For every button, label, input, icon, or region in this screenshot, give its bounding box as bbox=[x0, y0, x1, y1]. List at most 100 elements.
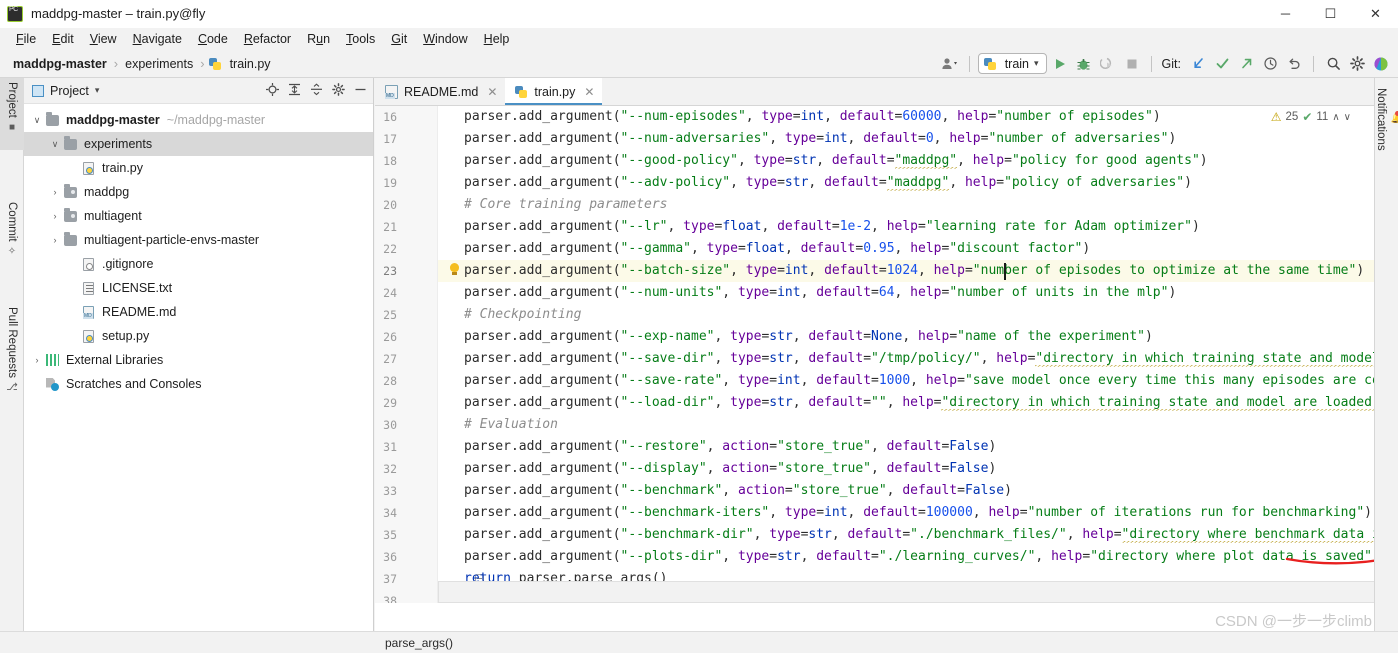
code-line[interactable]: parser.add_argument("--batch-size", type… bbox=[438, 260, 1398, 282]
code-line[interactable]: parser.add_argument("--load-dir", type = s… bbox=[438, 392, 1398, 414]
menu-item-help[interactable]: Help bbox=[476, 30, 518, 48]
code-line[interactable]: parser.add_argument("--lr", type=float, … bbox=[438, 216, 1398, 238]
code-line[interactable]: # Evaluation bbox=[438, 414, 1398, 436]
line-number[interactable]: 16 bbox=[375, 106, 397, 128]
chevron-right-icon[interactable]: › bbox=[48, 235, 62, 245]
run-with-coverage-icon[interactable] bbox=[1097, 53, 1119, 75]
line-number[interactable]: 24 bbox=[375, 282, 397, 304]
code-line[interactable]: # Checkpointing bbox=[438, 304, 1398, 326]
tree-node-maddpg-master[interactable]: ∨ maddpg-master ~/maddpg-master bbox=[24, 108, 373, 132]
chevron-right-icon[interactable]: › bbox=[48, 187, 62, 197]
menu-item-navigate[interactable]: Navigate bbox=[125, 30, 190, 48]
line-number[interactable]: 27 bbox=[375, 348, 397, 370]
expand-all-icon[interactable] bbox=[288, 83, 301, 98]
breadcrumb-item-file[interactable]: train.py bbox=[227, 57, 274, 71]
history-icon[interactable] bbox=[1259, 53, 1281, 75]
rollback-icon[interactable] bbox=[1283, 53, 1305, 75]
code-line[interactable]: parser.add_argument("--benchmark-dir", t… bbox=[438, 524, 1398, 546]
code-line[interactable]: parser.add_argument("--save-rate", type=… bbox=[438, 370, 1398, 392]
code-line[interactable]: parser.add_argument("--benchmark", actio… bbox=[438, 480, 1398, 502]
close-icon[interactable]: ✕ bbox=[584, 85, 594, 99]
chevron-right-icon[interactable]: › bbox=[30, 355, 44, 365]
code-line[interactable]: parser.add_argument("--good-policy", typ… bbox=[438, 150, 1398, 172]
breadcrumb-item-project[interactable]: maddpg-master bbox=[10, 57, 110, 71]
close-icon[interactable]: ✕ bbox=[487, 85, 497, 99]
git-commit-icon[interactable] bbox=[1211, 53, 1233, 75]
chevron-down-icon[interactable]: ∨ bbox=[30, 115, 44, 126]
hide-panel-icon[interactable] bbox=[354, 83, 367, 98]
menu-item-run[interactable]: Run bbox=[299, 30, 338, 48]
line-number[interactable]: 18 bbox=[375, 150, 397, 172]
line-number[interactable]: 25 bbox=[375, 304, 397, 326]
collapse-all-icon[interactable] bbox=[310, 83, 323, 98]
code-line[interactable]: parser.add_argument("--benchmark-iters",… bbox=[438, 502, 1398, 524]
sidebar-item-pull-requests[interactable]: Pull Requests ⎇ bbox=[0, 303, 24, 413]
minimize-button[interactable]: ─ bbox=[1263, 0, 1308, 28]
line-number[interactable]: 37 bbox=[375, 568, 397, 590]
settings-icon[interactable] bbox=[1346, 53, 1368, 75]
git-update-icon[interactable] bbox=[1187, 53, 1209, 75]
tree-node-setup-py[interactable]: ›setup.py bbox=[24, 324, 373, 348]
line-number[interactable]: 17 bbox=[375, 128, 397, 150]
line-number[interactable]: 36 bbox=[375, 546, 397, 568]
tree-node-external-libraries[interactable]: › External Libraries bbox=[24, 348, 373, 372]
tree-node-scratches-and-consoles[interactable]: ›Scratches and Consoles bbox=[24, 372, 373, 396]
line-number[interactable]: 28 bbox=[375, 370, 397, 392]
chevron-right-icon[interactable]: › bbox=[48, 211, 62, 221]
chevron-down-icon[interactable]: ▾ bbox=[95, 85, 100, 96]
line-number[interactable]: 38 bbox=[375, 590, 397, 603]
sidebar-item-project[interactable]: Project ■ bbox=[0, 78, 24, 150]
locate-file-icon[interactable] bbox=[266, 83, 279, 98]
tree-node-multiagent[interactable]: › multiagent bbox=[24, 204, 373, 228]
ide-orb-icon[interactable] bbox=[1370, 53, 1392, 75]
tree-node-experiments[interactable]: ∨ experiments bbox=[24, 132, 373, 156]
menu-item-view[interactable]: View bbox=[82, 30, 125, 48]
line-number[interactable]: 20 bbox=[375, 194, 397, 216]
code-line[interactable]: # Core training parameters bbox=[438, 194, 1398, 216]
next-problem-icon[interactable]: ∨ bbox=[1344, 112, 1351, 123]
menu-item-git[interactable]: Git bbox=[383, 30, 415, 48]
code-line[interactable]: parser.add_argument("--num-episodes", ty… bbox=[438, 106, 1398, 128]
sidebar-item-commit[interactable]: Commit ✧ bbox=[0, 198, 24, 280]
line-number[interactable]: 35 bbox=[375, 524, 397, 546]
line-number[interactable]: 31 bbox=[375, 436, 397, 458]
menu-item-refactor[interactable]: Refactor bbox=[236, 30, 299, 48]
line-number[interactable]: 23 bbox=[375, 260, 397, 282]
tree-node-train-py[interactable]: ›train.py bbox=[24, 156, 373, 180]
code-line[interactable]: parser.add_argument("--gamma", type=floa… bbox=[438, 238, 1398, 260]
menu-item-code[interactable]: Code bbox=[190, 30, 236, 48]
line-number[interactable]: 33 bbox=[375, 480, 397, 502]
line-number[interactable]: 34 bbox=[375, 502, 397, 524]
code-editor[interactable]: 16 17 18 19 20 21 22 23 24 25 26 27 28 29 30 31 32 33 34 35… bbox=[375, 106, 1398, 603]
line-number[interactable]: 19 bbox=[375, 172, 397, 194]
line-number[interactable]: 32 bbox=[375, 458, 397, 480]
search-everywhere-icon[interactable] bbox=[1322, 53, 1344, 75]
menu-item-edit[interactable]: Edit bbox=[44, 30, 82, 48]
menu-item-file[interactable]: File bbox=[8, 30, 44, 48]
user-avatar-icon[interactable] bbox=[939, 53, 961, 75]
editor-tab-readme-md[interactable]: README.md ✕ bbox=[375, 78, 505, 105]
chevron-down-icon[interactable]: ∨ bbox=[48, 139, 62, 150]
close-button[interactable]: ✕ bbox=[1353, 0, 1398, 28]
code-line[interactable]: parser.add_argument("--save-dir", type = s… bbox=[438, 348, 1398, 370]
maximize-button[interactable]: ☐ bbox=[1308, 0, 1353, 28]
code-line[interactable]: parser.add_argument("--plots-dir", type=… bbox=[438, 546, 1398, 568]
git-push-icon[interactable] bbox=[1235, 53, 1257, 75]
tree-node-readme-md[interactable]: ›MDREADME.md bbox=[24, 300, 373, 324]
tree-node-gitignore[interactable]: ›.gitignore bbox=[24, 252, 373, 276]
tree-node-license-txt[interactable]: ›LICENSE.txt bbox=[24, 276, 373, 300]
code-line[interactable]: parser.add_argument("--restore", action=… bbox=[438, 436, 1398, 458]
line-number[interactable]: 26 bbox=[375, 326, 397, 348]
previous-problem-icon[interactable]: ∧ bbox=[1332, 112, 1339, 123]
code-line[interactable]: parser.add_argument("--num-adversaries",… bbox=[438, 128, 1398, 150]
tree-node-maddpg[interactable]: › maddpg bbox=[24, 180, 373, 204]
debug-icon[interactable] bbox=[1073, 53, 1095, 75]
menu-item-window[interactable]: Window bbox=[415, 30, 475, 48]
gear-icon[interactable] bbox=[332, 83, 345, 98]
editor-tab-train-py[interactable]: train.py ✕ bbox=[505, 78, 603, 105]
breadcrumb-item-folder[interactable]: experiments bbox=[122, 57, 196, 71]
line-number[interactable]: 22 bbox=[375, 238, 397, 260]
stop-icon[interactable] bbox=[1121, 53, 1143, 75]
line-number-gutter[interactable]: 16 17 18 19 20 21 22 23 24 25 26 27 28 29 30 31 32 33 34 35… bbox=[375, 106, 438, 603]
code-line[interactable]: parser.add_argument("--display", action=… bbox=[438, 458, 1398, 480]
